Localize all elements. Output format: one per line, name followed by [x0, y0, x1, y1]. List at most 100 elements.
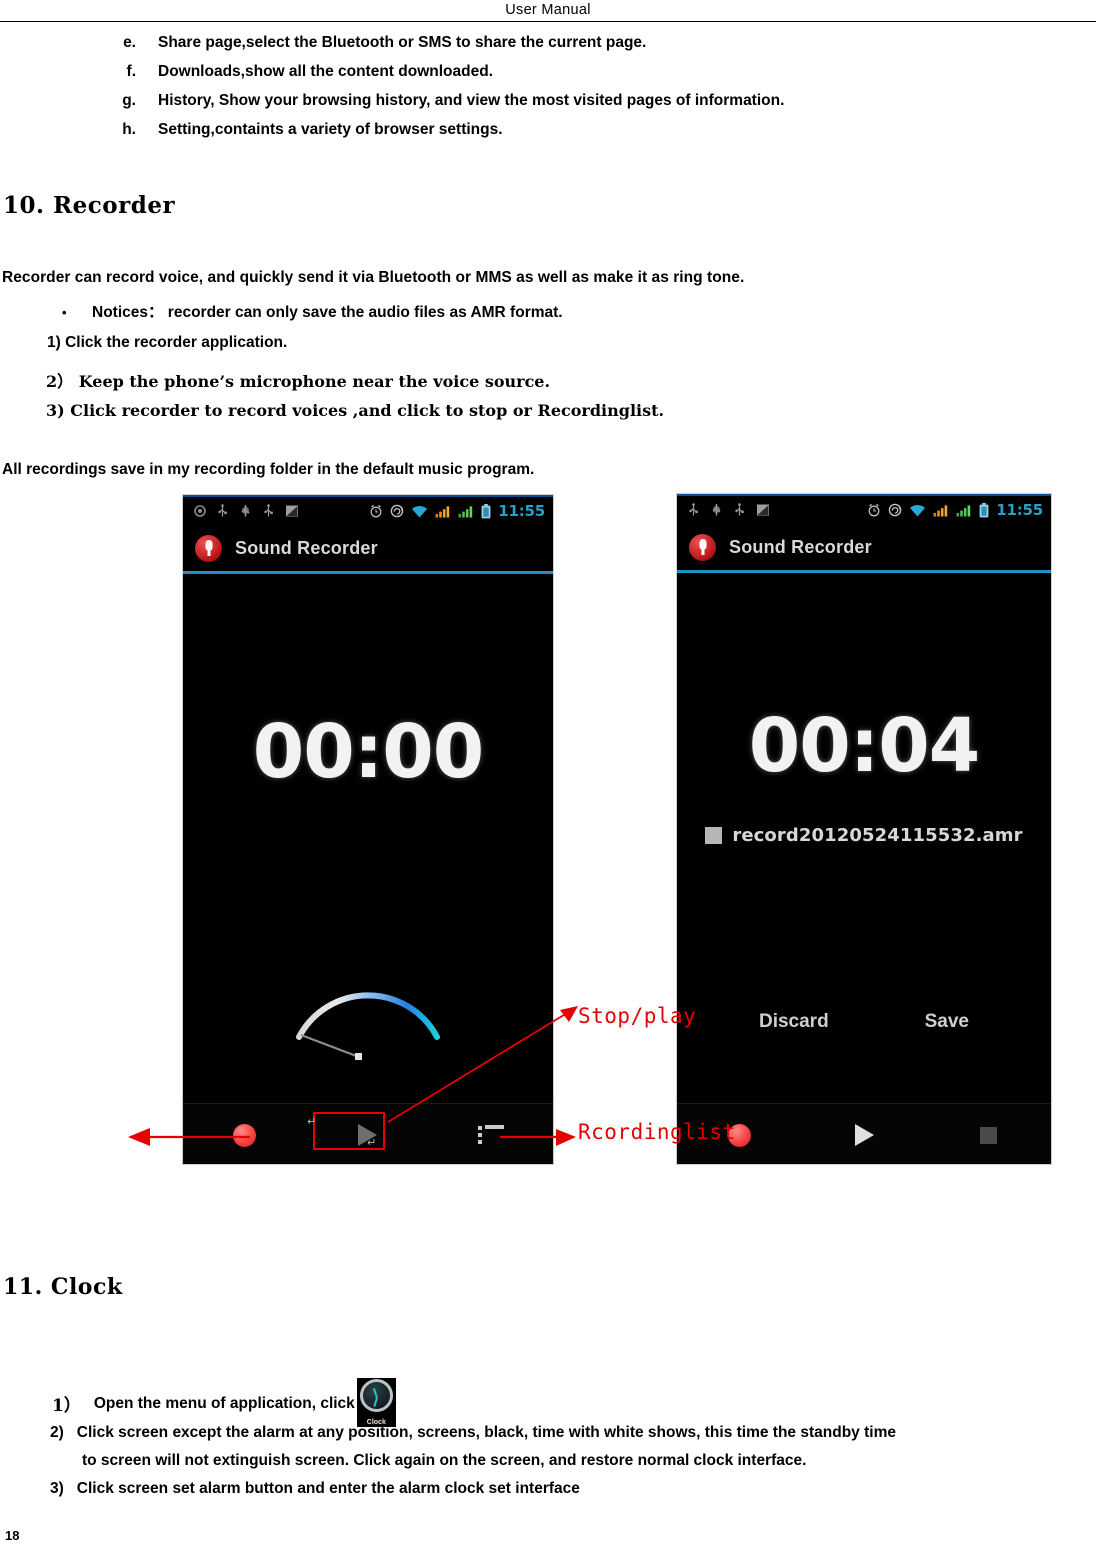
page-number: 18	[5, 1528, 20, 1543]
clock-step-2-number: 2)	[50, 1424, 64, 1441]
record-dot-icon	[233, 1123, 257, 1147]
recording-filename-row: record20120524115532.amr	[677, 825, 1051, 846]
status-bar-right-icons: 11:55	[369, 497, 545, 525]
list-item-label: History, Show your browsing history, and…	[158, 92, 785, 109]
recording-timer: 00:04	[748, 703, 981, 789]
usb-icon	[218, 504, 227, 517]
browser-options-list: e. Share page,select the Bluetooth or SM…	[0, 28, 1096, 144]
status-bar-left-icons	[183, 504, 299, 518]
clock-step-3-number: 3)	[50, 1480, 64, 1497]
sdcard-icon	[286, 505, 298, 517]
recorder-step-2: 2） Keep the phone’s microphone near the …	[46, 372, 551, 391]
list-item-marker: g.	[122, 92, 136, 109]
sound-recorder-icon	[195, 534, 222, 562]
signal-sim1-icon	[435, 505, 450, 517]
recording-filename: record20120524115532.amr	[732, 825, 1023, 846]
battery-icon	[481, 503, 491, 518]
recorder-intro-paragraph: Recorder can record voice, and quickly s…	[2, 269, 745, 286]
app-bar: Sound Recorder	[677, 524, 1051, 573]
dot-icon	[194, 505, 206, 517]
status-bar-right-icons: 11:55	[867, 496, 1043, 524]
sdcard-icon	[757, 504, 769, 516]
recorder-screen: 00:04 record20120524115532.amr Discard S…	[677, 573, 1051, 1164]
recorder-step-1: 1) Click the recorder application.	[47, 334, 288, 351]
clock-step-1-number: 1）	[52, 1396, 81, 1416]
list-item-marker: h.	[122, 121, 136, 138]
play-button[interactable]	[802, 1104, 927, 1164]
clock-step-3: 3) Click screen set alarm button and ente…	[50, 1480, 580, 1498]
usb-icon	[689, 503, 698, 516]
record-button[interactable]	[183, 1104, 306, 1164]
play-triangle-icon	[854, 1124, 874, 1146]
recorder-step-3: 3) Click recorder to record voices ,and …	[46, 401, 665, 420]
list-item: e. Share page,select the Bluetooth or SM…	[0, 28, 1096, 57]
list-item-label: Share page,select the Bluetooth or SMS t…	[158, 34, 647, 51]
status-bar: 11:55	[183, 495, 553, 525]
usb-debug-icon	[241, 505, 250, 517]
all-recordings-note: All recordings save in my recording fold…	[2, 461, 535, 478]
list-item: h. Setting,containts a variety of browse…	[0, 115, 1096, 144]
vu-meter-gauge	[296, 992, 440, 1060]
recording-timer: 00:00	[252, 709, 485, 795]
play-button[interactable]	[306, 1104, 429, 1164]
annotation-stop-play: Stop/play	[578, 1004, 697, 1028]
file-square-icon	[705, 827, 723, 844]
wifi-icon	[412, 505, 428, 517]
list-item: f. Downloads,show all the content downlo…	[0, 57, 1096, 86]
stop-square-icon	[980, 1126, 998, 1144]
clock-step-1-label: Open the menu of application, click	[93, 1394, 355, 1412]
status-bar-left-icons	[677, 503, 770, 517]
list-item-marker: e.	[123, 34, 136, 51]
app-bar: Sound Recorder	[183, 525, 553, 574]
callout-tick-mark-icon: ↵	[367, 1136, 377, 1149]
sync-icon	[390, 504, 404, 518]
signal-sim2-icon	[458, 505, 473, 517]
wifi-icon	[910, 504, 926, 516]
section-heading-clock: 11. Clock	[3, 1274, 123, 1300]
battery-icon	[979, 502, 989, 517]
app-title: Sound Recorder	[235, 537, 378, 558]
clock-step-2-line1: Click screen except the alarm at any pos…	[76, 1424, 896, 1441]
header-divider	[0, 21, 1096, 22]
alarm-icon	[370, 504, 382, 518]
app-title: Sound Recorder	[729, 536, 872, 557]
list-item-marker: f.	[126, 63, 136, 80]
clock-step-2-line2: to screen will not extinguish screen. Cl…	[82, 1452, 807, 1469]
recorder-screen: 00:00	[183, 574, 553, 1164]
usb-icon	[735, 503, 744, 516]
sound-recorder-icon	[689, 533, 716, 561]
recorder-control-bar	[183, 1103, 553, 1164]
status-bar: 11:55	[677, 494, 1051, 524]
signal-sim1-icon	[933, 504, 948, 516]
screenshot-recorder-idle: 11:55 Sound Recorder 00:00	[182, 494, 554, 1165]
callout-tick-mark-icon: ↵	[307, 1115, 317, 1128]
clock-face-icon	[359, 1379, 393, 1412]
recording-list-button[interactable]	[430, 1104, 553, 1164]
annotation-recording-list: Rcordinglist	[578, 1120, 736, 1144]
status-bar-clock: 11:55	[996, 501, 1043, 519]
list-lines-icon	[478, 1125, 505, 1145]
clock-hour-hand-icon	[373, 1397, 378, 1407]
usb-debug-icon	[712, 504, 721, 516]
save-button[interactable]: Save	[925, 1011, 969, 1033]
clock-step-2: 2) Click screen except the alarm at any p…	[50, 1419, 1090, 1475]
list-item: g. History, Show your browsing history, …	[0, 86, 1096, 115]
page-header: User Manual	[0, 0, 1096, 22]
clock-step-3-label: Click screen set alarm button and enter …	[76, 1480, 580, 1497]
discard-button[interactable]: Discard	[759, 1011, 829, 1033]
list-item-label: Setting,containts a variety of browser s…	[158, 121, 503, 138]
recording-action-row: Discard Save	[677, 1011, 1051, 1033]
bullet-icon: •	[62, 305, 67, 320]
signal-sim2-icon	[956, 504, 971, 516]
stop-button[interactable]	[926, 1104, 1051, 1164]
usb-icon	[264, 504, 273, 517]
alarm-icon	[868, 503, 880, 517]
screenshot-recorder-recorded: 11:55 Sound Recorder 00:04 record2012052…	[676, 493, 1052, 1165]
list-item-label: Downloads,show all the content downloade…	[158, 63, 493, 80]
header-title: User Manual	[505, 2, 591, 18]
section-heading-recorder: 10. Recorder	[3, 192, 176, 219]
status-bar-clock: 11:55	[498, 502, 545, 520]
recorder-notice: • Notices： recorder can only save the au…	[62, 300, 563, 322]
sync-icon	[888, 503, 902, 517]
recorder-notice-label: Notices： recorder can only save the audi…	[92, 304, 563, 321]
